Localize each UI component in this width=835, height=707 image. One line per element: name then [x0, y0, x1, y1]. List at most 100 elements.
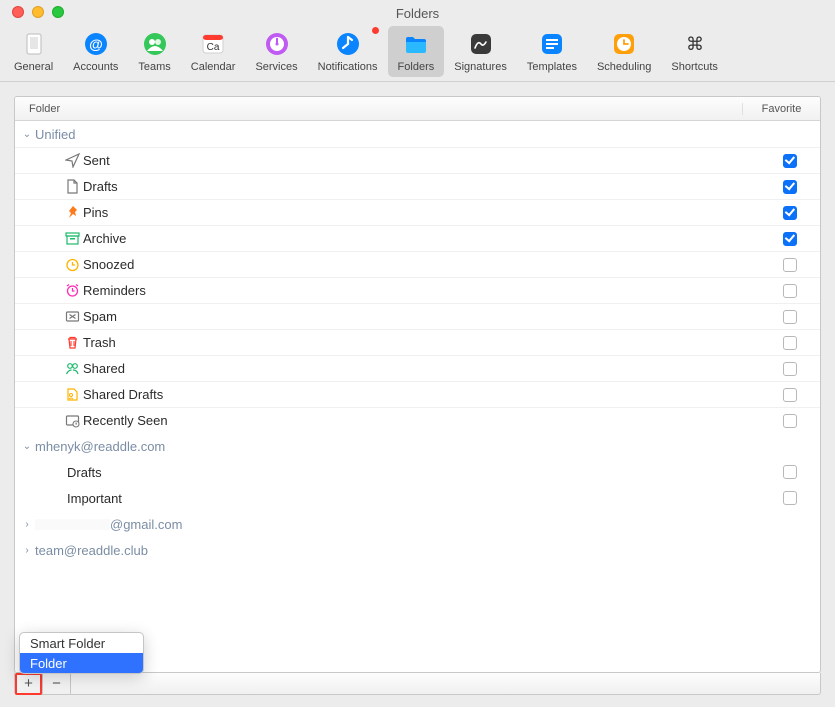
folder-name: Spam — [83, 309, 760, 324]
folder-name: Archive — [83, 231, 760, 246]
section-unified[interactable]: ⌄ Unified — [15, 121, 820, 147]
tab-accounts[interactable]: @ Accounts — [63, 26, 128, 77]
folder-name: Shared Drafts — [83, 387, 760, 402]
notifications-icon — [334, 30, 362, 58]
folder-name: Shared — [83, 361, 760, 376]
tab-folders[interactable]: Folders — [388, 26, 445, 77]
preferences-toolbar: General @ Accounts Teams Ca Calendar — [0, 22, 835, 82]
column-header-folder[interactable]: Folder — [15, 103, 743, 115]
folder-row-account1-important[interactable]: Important — [15, 485, 820, 511]
folder-row-drafts[interactable]: Drafts — [15, 173, 820, 199]
folder-name: Sent — [83, 153, 760, 168]
folder-name: Recently Seen — [83, 413, 760, 428]
favorite-checkbox[interactable] — [783, 491, 797, 505]
folder-row-reminders[interactable]: Reminders — [15, 277, 820, 303]
signatures-icon — [467, 30, 495, 58]
menu-item-smart-folder[interactable]: Smart Folder — [20, 633, 143, 653]
notifications-badge — [371, 26, 380, 35]
favorite-checkbox[interactable] — [783, 465, 797, 479]
tab-calendar[interactable]: Ca Calendar — [181, 26, 246, 77]
folder-name: Snoozed — [83, 257, 760, 272]
recently-seen-icon — [61, 413, 83, 428]
document-icon — [61, 179, 83, 194]
favorite-checkbox[interactable] — [783, 414, 797, 428]
shared-drafts-icon — [61, 387, 83, 402]
svg-text:@: @ — [89, 36, 103, 52]
templates-icon — [538, 30, 566, 58]
add-button[interactable]: + — [15, 673, 43, 695]
favorite-checkbox[interactable] — [783, 180, 797, 194]
disclosure-triangle-icon[interactable]: › — [21, 545, 33, 556]
menu-item-folder[interactable]: Folder — [20, 653, 143, 673]
trash-icon — [61, 335, 83, 350]
favorite-checkbox[interactable] — [783, 310, 797, 324]
folder-row-shared[interactable]: Shared — [15, 355, 820, 381]
tab-signatures[interactable]: Signatures — [444, 26, 517, 77]
window-title: Folders — [396, 2, 439, 21]
folder-row-sent[interactable]: Sent — [15, 147, 820, 173]
favorite-checkbox[interactable] — [783, 154, 797, 168]
section-label: mhenyk@readdle.com — [35, 439, 165, 454]
folder-row-account1-drafts[interactable]: Drafts — [15, 459, 820, 485]
zoom-window-button[interactable] — [52, 6, 64, 18]
folder-row-shared-drafts[interactable]: Shared Drafts — [15, 381, 820, 407]
folder-name: Pins — [83, 205, 760, 220]
add-folder-popup: Smart Folder Folder — [19, 632, 144, 674]
paperplane-icon — [61, 153, 83, 168]
shortcuts-icon: ⌘ — [681, 30, 709, 58]
column-header-favorite[interactable]: Favorite — [743, 103, 820, 115]
folder-row-trash[interactable]: Trash — [15, 329, 820, 355]
section-account-1[interactable]: ⌄ mhenyk@readdle.com — [15, 433, 820, 459]
section-label: team@readdle.club — [35, 543, 148, 558]
minimize-window-button[interactable] — [32, 6, 44, 18]
favorite-checkbox[interactable] — [783, 206, 797, 220]
table-body: ⌄ Unified Sent Drafts — [15, 121, 820, 672]
folder-name: Important — [67, 491, 760, 506]
favorite-checkbox[interactable] — [783, 388, 797, 402]
disclosure-triangle-icon[interactable]: ⌄ — [21, 129, 33, 140]
folder-row-archive[interactable]: Archive — [15, 225, 820, 251]
remove-button[interactable]: − — [43, 673, 71, 695]
traffic-lights — [12, 6, 64, 18]
folder-row-recently-seen[interactable]: Recently Seen — [15, 407, 820, 433]
section-account-3[interactable]: › team@readdle.club — [15, 537, 820, 563]
general-icon — [20, 30, 48, 58]
calendar-icon: Ca — [199, 30, 227, 58]
folder-row-snoozed[interactable]: Snoozed — [15, 251, 820, 277]
folder-name: Drafts — [67, 465, 760, 480]
close-window-button[interactable] — [12, 6, 24, 18]
folders-icon — [402, 30, 430, 58]
services-icon — [263, 30, 291, 58]
favorite-checkbox[interactable] — [783, 362, 797, 376]
alarm-icon — [61, 283, 83, 298]
section-label: @gmail.com — [110, 517, 182, 532]
tab-shortcuts[interactable]: ⌘ Shortcuts — [661, 26, 727, 77]
favorite-checkbox[interactable] — [783, 232, 797, 246]
table-footer: + − — [14, 673, 821, 695]
tab-teams[interactable]: Teams — [128, 26, 180, 77]
favorite-checkbox[interactable] — [783, 336, 797, 350]
folders-table: Folder Favorite ⌄ Unified Sent — [14, 96, 821, 673]
titlebar: Folders — [0, 0, 835, 22]
disclosure-triangle-icon[interactable]: › — [21, 519, 33, 530]
tab-services[interactable]: Services — [245, 26, 307, 77]
favorite-checkbox[interactable] — [783, 258, 797, 272]
disclosure-triangle-icon[interactable]: ⌄ — [21, 441, 33, 452]
tab-templates[interactable]: Templates — [517, 26, 587, 77]
table-header: Folder Favorite — [15, 97, 820, 121]
folder-row-pins[interactable]: Pins — [15, 199, 820, 225]
spam-icon — [61, 309, 83, 324]
section-account-2[interactable]: › @gmail.com — [15, 511, 820, 537]
tab-notifications[interactable]: Notifications — [308, 26, 388, 77]
favorite-checkbox[interactable] — [783, 284, 797, 298]
folder-row-spam[interactable]: Spam — [15, 303, 820, 329]
svg-text:Ca: Ca — [207, 42, 220, 53]
folder-name: Drafts — [83, 179, 760, 194]
clock-icon — [61, 257, 83, 272]
content-area: Folder Favorite ⌄ Unified Sent — [0, 82, 835, 707]
archive-icon — [61, 231, 83, 246]
tab-scheduling[interactable]: Scheduling — [587, 26, 661, 77]
pin-icon — [61, 205, 83, 220]
tab-general[interactable]: General — [4, 26, 63, 77]
folder-name: Trash — [83, 335, 760, 350]
